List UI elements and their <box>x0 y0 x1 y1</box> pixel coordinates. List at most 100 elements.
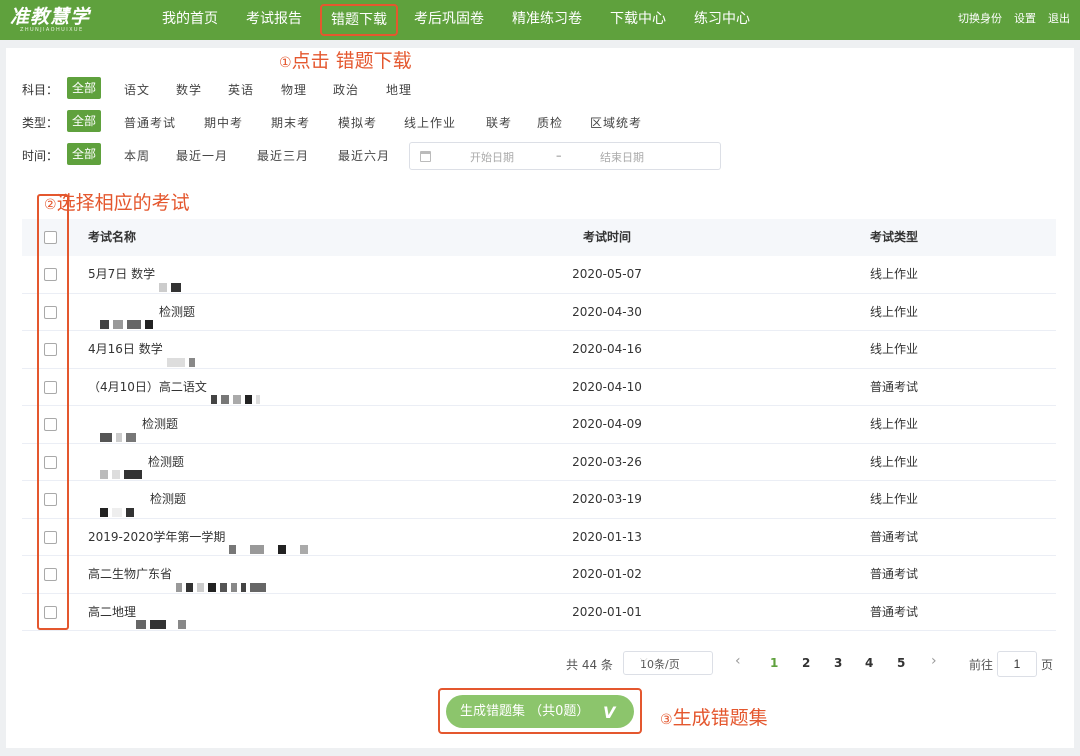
nav-post-exam-review[interactable]: 考后巩固卷 <box>414 0 484 40</box>
calendar-icon <box>420 151 431 162</box>
exam-date-cell: 2020-01-02 <box>572 567 642 581</box>
exam-date-cell: 2020-04-16 <box>572 342 642 356</box>
subject-option[interactable]: 数学 <box>176 81 202 98</box>
chevron-down-icon: ⌵ <box>640 654 648 665</box>
exam-name-cell: 高二地理 <box>88 594 190 631</box>
table-header: 考试名称 考试时间 考试类型 <box>22 219 1056 256</box>
table-row[interactable]: 高二地理 2020-01-01 普通考试 <box>22 594 1056 631</box>
subject-option[interactable]: 英语 <box>228 81 254 98</box>
subject-option[interactable]: 地理 <box>386 81 412 98</box>
type-option[interactable]: 模拟考 <box>338 114 377 131</box>
page-number[interactable]: 1 <box>770 656 778 670</box>
column-header-exam-date[interactable]: 考试时间 <box>532 219 682 256</box>
start-date-input[interactable]: 开始日期 <box>470 149 514 165</box>
end-date-input[interactable]: 结束日期 <box>600 149 644 165</box>
table-row[interactable]: 检测题 2020-03-19 线上作业 <box>22 481 1056 519</box>
subject-option[interactable]: 物理 <box>281 81 307 98</box>
page-number[interactable]: 3 <box>834 656 842 670</box>
time-option[interactable]: 最近六月 <box>338 147 390 164</box>
exam-date-cell: 2020-03-19 <box>572 492 642 506</box>
nav-precision-practice[interactable]: 精准练习卷 <box>512 0 582 40</box>
redacted-mosaic <box>136 606 190 629</box>
exam-name-cell: 4月16日 数学 <box>88 331 199 368</box>
subject-option-all[interactable]: 全部 <box>67 77 102 99</box>
time-option-all[interactable]: 全部 <box>67 143 102 165</box>
app-logo[interactable]: 准教慧学 <box>10 2 90 29</box>
generate-icon: V <box>603 703 616 722</box>
exam-date-cell: 2020-01-01 <box>572 604 642 619</box>
type-option[interactable]: 期末考 <box>271 114 310 131</box>
table-row[interactable]: 检测题 2020-03-26 线上作业 <box>22 444 1056 481</box>
table-row[interactable]: 2019-2020学年第一学期 2020-01-13 普通考试 <box>22 519 1056 556</box>
app-logo-subtitle: ZHUNJIAOHUIXUE <box>20 27 84 33</box>
page-size-select[interactable]: 10条/页 ⌵ <box>623 651 713 675</box>
type-option[interactable]: 普通考试 <box>124 114 176 131</box>
date-range-separator: – <box>556 149 562 162</box>
exam-name-cell: 检测题 <box>100 406 178 443</box>
exam-date-cell: 2020-01-13 <box>572 529 642 544</box>
exam-type-cell: 线上作业 <box>869 304 918 319</box>
redacted-mosaic <box>159 269 185 292</box>
redacted-mosaic <box>176 569 270 592</box>
exam-type-cell: 普通考试 <box>869 379 918 394</box>
page-number[interactable]: 4 <box>865 656 873 670</box>
switch-identity-link[interactable]: 切换身份 <box>958 0 1002 40</box>
exam-date-cell: 2020-04-10 <box>572 379 642 394</box>
subject-option[interactable]: 语文 <box>124 81 150 98</box>
type-option[interactable]: 质检 <box>537 114 563 131</box>
page-number[interactable]: 5 <box>897 656 905 670</box>
nav-download-center[interactable]: 下载中心 <box>610 0 666 40</box>
time-option[interactable]: 最近一月 <box>176 147 228 164</box>
redacted-mosaic <box>210 381 264 404</box>
exam-type-cell: 线上作业 <box>869 417 918 431</box>
settings-link[interactable]: 设置 <box>1014 0 1036 40</box>
table-row[interactable]: 高二生物广东省 2020-01-02 普通考试 <box>22 556 1056 594</box>
exam-name-cell: 2019-2020学年第一学期 <box>88 519 312 556</box>
exam-type-cell: 线上作业 <box>869 454 918 469</box>
type-option[interactable]: 线上作业 <box>404 114 456 131</box>
redacted-mosaic <box>100 494 148 517</box>
redacted-mosaic <box>229 531 312 554</box>
nav-exam-report[interactable]: 考试报告 <box>246 0 302 40</box>
next-page-icon[interactable]: › <box>931 653 937 669</box>
exam-name-cell: 检测题 <box>100 294 195 331</box>
type-option[interactable]: 联考 <box>486 114 512 131</box>
exam-date-cell: 2020-03-26 <box>572 454 642 469</box>
time-option[interactable]: 最近三月 <box>257 147 309 164</box>
table-row[interactable]: 检测题 2020-04-30 线上作业 <box>22 294 1056 331</box>
table-row[interactable]: （4月10日）高二语文 2020-04-10 普通考试 <box>22 369 1056 406</box>
exam-name-cell: （4月10日）高二语文 <box>88 369 264 406</box>
exam-name-cell: 高二生物广东省 <box>88 556 270 593</box>
column-header-exam-type[interactable]: 考试类型 <box>832 219 956 256</box>
type-option[interactable]: 区域统考 <box>590 114 642 131</box>
type-option-all[interactable]: 全部 <box>67 110 102 132</box>
exam-name-cell: 检测题 <box>100 444 184 481</box>
table-row[interactable]: 4月16日 数学 2020-04-16 线上作业 <box>22 331 1056 369</box>
prev-page-icon[interactable]: ‹ <box>735 653 741 669</box>
time-filter-label: 时间： <box>22 149 59 163</box>
annotation-step-3: ③生成错题集 <box>660 707 768 729</box>
exam-name-cell: 检测题 <box>100 481 186 518</box>
type-option[interactable]: 期中考 <box>204 114 243 131</box>
subject-option[interactable]: 政治 <box>333 81 359 98</box>
nav-practice-center[interactable]: 练习中心 <box>694 0 750 40</box>
redacted-mosaic <box>100 419 140 442</box>
exam-type-cell: 普通考试 <box>869 567 918 581</box>
redacted-mosaic <box>100 456 146 479</box>
page-unit-label: 页 <box>1041 658 1054 672</box>
table-row[interactable]: 5月7日 数学 2020-05-07 线上作业 <box>22 256 1056 294</box>
date-range-picker[interactable]: 开始日期 – 结束日期 <box>409 142 721 170</box>
table-row[interactable]: 检测题 2020-04-09 线上作业 <box>22 406 1056 444</box>
exam-date-cell: 2020-05-07 <box>572 267 642 281</box>
exam-date-cell: 2020-04-30 <box>572 304 642 319</box>
nav-mistake-download[interactable]: 错题下载 <box>320 4 398 36</box>
goto-page-input[interactable] <box>997 651 1037 677</box>
column-header-exam-name[interactable]: 考试名称 <box>88 219 136 256</box>
nav-home[interactable]: 我的首页 <box>162 0 218 40</box>
logout-link[interactable]: 退出 <box>1048 0 1070 40</box>
time-option[interactable]: 本周 <box>124 147 150 164</box>
exam-type-cell: 普通考试 <box>869 604 918 619</box>
page-number[interactable]: 2 <box>802 656 810 670</box>
exam-type-cell: 线上作业 <box>869 492 918 506</box>
checkbox-column-highlight <box>37 194 69 630</box>
